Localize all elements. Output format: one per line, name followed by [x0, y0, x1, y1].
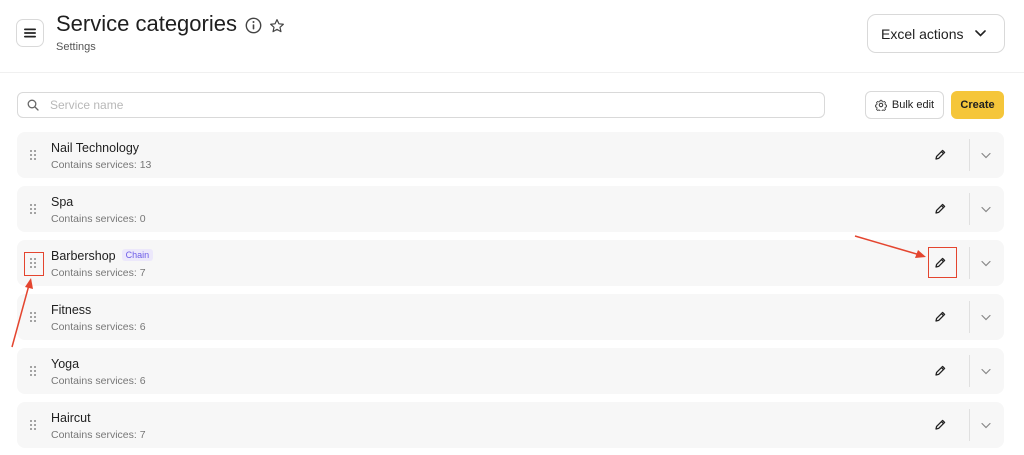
excel-actions-label: Excel actions — [881, 25, 964, 42]
highlight-box-drag — [24, 252, 44, 276]
category-name-line: Nail Technology — [51, 141, 139, 155]
star-icon[interactable] — [269, 18, 285, 34]
pencil-icon[interactable] — [933, 310, 947, 324]
category-service-count: Contains services: 13 — [51, 159, 152, 171]
category-name: Barbershop — [51, 249, 116, 263]
drag-handle-icon[interactable] — [27, 203, 39, 215]
row-divider — [969, 409, 970, 441]
category-row[interactable]: Haircut Contains services: 7 — [17, 402, 1004, 448]
row-divider — [969, 355, 970, 387]
create-button[interactable]: Create — [951, 91, 1004, 119]
category-row[interactable]: Nail Technology Contains services: 13 — [17, 132, 1004, 178]
chevron-down-icon[interactable] — [980, 365, 992, 377]
page-title: Service categories — [56, 11, 237, 36]
category-name-line: Yoga — [51, 357, 79, 371]
category-name: Yoga — [51, 357, 80, 371]
pencil-icon[interactable] — [933, 364, 947, 378]
category-service-count: Contains services: 7 — [51, 429, 146, 441]
bulk-edit-label: Bulk edit — [891, 99, 935, 111]
gear-icon — [874, 99, 887, 111]
pencil-icon[interactable] — [933, 148, 947, 162]
drag-handle-icon[interactable] — [27, 419, 39, 431]
hamburger-icon — [24, 28, 36, 38]
drag-handle-icon[interactable] — [27, 365, 39, 377]
row-divider — [969, 301, 970, 333]
search-input[interactable] — [48, 97, 812, 113]
category-row[interactable]: Barbershop Chain Contains services: 7 — [17, 240, 1004, 286]
category-name-line: Spa — [51, 195, 73, 209]
chevron-down-icon[interactable] — [980, 257, 992, 269]
category-name-line: Haircut — [51, 411, 91, 425]
pencil-icon[interactable] — [933, 418, 947, 432]
category-name-line: Barbershop Chain — [51, 249, 154, 263]
page-header: Service categories Settings Excel action… — [0, 0, 1024, 73]
drag-handle-icon[interactable] — [27, 149, 39, 161]
search-icon — [27, 99, 39, 111]
category-name: Nail Technology — [51, 141, 140, 155]
category-name: Fitness — [51, 303, 92, 317]
row-divider — [969, 139, 970, 171]
category-name: Spa — [51, 195, 74, 209]
category-service-count: Contains services: 7 — [51, 267, 146, 279]
row-divider — [969, 247, 970, 279]
excel-actions-button[interactable]: Excel actions — [867, 14, 1005, 53]
category-name-line: Fitness — [51, 303, 91, 317]
category-row[interactable]: Yoga Contains services: 6 — [17, 348, 1004, 394]
category-row[interactable]: Spa Contains services: 0 — [17, 186, 1004, 232]
row-divider — [969, 193, 970, 225]
search-field[interactable] — [17, 92, 825, 118]
chevron-down-icon[interactable] — [980, 203, 992, 215]
chevron-down-icon — [975, 30, 987, 37]
category-name: Haircut — [51, 411, 91, 425]
breadcrumb[interactable]: Settings — [56, 41, 96, 53]
category-service-count: Contains services: 6 — [51, 375, 146, 387]
info-icon[interactable] — [245, 17, 262, 34]
chevron-down-icon[interactable] — [980, 149, 992, 161]
chain-badge: Chain — [121, 249, 154, 261]
chevron-down-icon[interactable] — [980, 419, 992, 431]
drag-handle-icon[interactable] — [27, 311, 39, 323]
category-service-count: Contains services: 6 — [51, 321, 146, 333]
highlight-box-edit — [928, 247, 957, 278]
bulk-edit-button[interactable]: Bulk edit — [865, 91, 944, 119]
category-row[interactable]: Fitness Contains services: 6 — [17, 294, 1004, 340]
chevron-down-icon[interactable] — [980, 311, 992, 323]
category-service-count: Contains services: 0 — [51, 213, 146, 225]
menu-button[interactable] — [16, 19, 44, 47]
pencil-icon[interactable] — [933, 202, 947, 216]
